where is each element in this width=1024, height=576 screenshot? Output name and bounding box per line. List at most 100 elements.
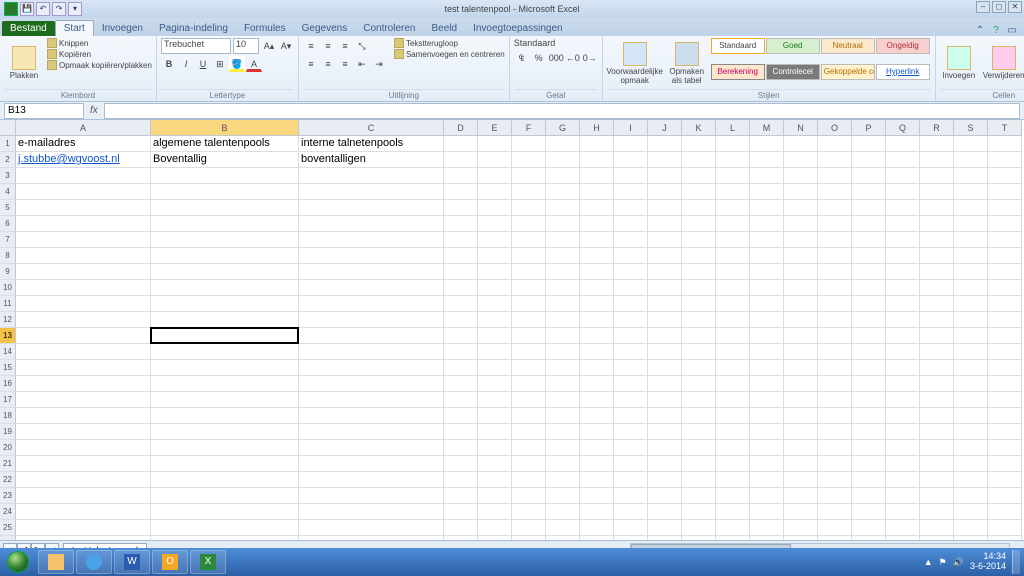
cell-I11[interactable]	[614, 296, 648, 312]
cell-M2[interactable]	[750, 152, 784, 168]
cell-I12[interactable]	[614, 312, 648, 328]
cell-A9[interactable]	[16, 264, 151, 280]
row-header-1[interactable]: 1	[0, 136, 16, 152]
cell-S23[interactable]	[954, 488, 988, 504]
cell-N1[interactable]	[784, 136, 818, 152]
cell-L24[interactable]	[716, 504, 750, 520]
qat-redo[interactable]: ↷	[52, 2, 66, 16]
cell-D20[interactable]	[444, 440, 478, 456]
cell-C24[interactable]	[299, 504, 444, 520]
cell-H5[interactable]	[580, 200, 614, 216]
cell-T10[interactable]	[988, 280, 1022, 296]
cell-S20[interactable]	[954, 440, 988, 456]
cell-S26[interactable]	[954, 536, 988, 540]
cell-Q16[interactable]	[886, 376, 920, 392]
column-header-B[interactable]: B	[151, 120, 299, 136]
cell-P20[interactable]	[852, 440, 886, 456]
cell-A15[interactable]	[16, 360, 151, 376]
cell-G20[interactable]	[546, 440, 580, 456]
cell-H17[interactable]	[580, 392, 614, 408]
cell-L17[interactable]	[716, 392, 750, 408]
cell-J3[interactable]	[648, 168, 682, 184]
cell-C26[interactable]	[299, 536, 444, 540]
cell-O11[interactable]	[818, 296, 852, 312]
cell-A6[interactable]	[16, 216, 151, 232]
merge-center-button[interactable]: Samenvoegen en centreren	[394, 49, 505, 59]
close-button[interactable]: ✕	[1008, 1, 1022, 13]
cell-K8[interactable]	[682, 248, 716, 264]
cell-T5[interactable]	[988, 200, 1022, 216]
cell-M23[interactable]	[750, 488, 784, 504]
underline-button[interactable]: U	[195, 56, 211, 72]
cell-J22[interactable]	[648, 472, 682, 488]
cell-O3[interactable]	[818, 168, 852, 184]
column-header-S[interactable]: S	[954, 120, 988, 136]
cell-N21[interactable]	[784, 456, 818, 472]
cell-G14[interactable]	[546, 344, 580, 360]
cell-D23[interactable]	[444, 488, 478, 504]
fill-color-button[interactable]: 🪣	[229, 56, 245, 72]
cell-K14[interactable]	[682, 344, 716, 360]
decrease-decimal-button[interactable]: 0→	[582, 50, 598, 66]
cell-I1[interactable]	[614, 136, 648, 152]
cell-P25[interactable]	[852, 520, 886, 536]
cell-P2[interactable]	[852, 152, 886, 168]
cell-M10[interactable]	[750, 280, 784, 296]
cell-B10[interactable]	[151, 280, 299, 296]
cell-A24[interactable]	[16, 504, 151, 520]
cell-G12[interactable]	[546, 312, 580, 328]
cell-J7[interactable]	[648, 232, 682, 248]
cell-D25[interactable]	[444, 520, 478, 536]
cell-C25[interactable]	[299, 520, 444, 536]
cell-E16[interactable]	[478, 376, 512, 392]
cell-F21[interactable]	[512, 456, 546, 472]
tray-clock[interactable]: 14:34 3-6-2014	[970, 552, 1006, 572]
cell-G16[interactable]	[546, 376, 580, 392]
cell-B1[interactable]: algemene talentenpools	[151, 136, 299, 152]
cell-B4[interactable]	[151, 184, 299, 200]
cell-H1[interactable]	[580, 136, 614, 152]
row-header-26[interactable]: 26	[0, 536, 16, 540]
cell-P8[interactable]	[852, 248, 886, 264]
cell-S10[interactable]	[954, 280, 988, 296]
qat-undo[interactable]: ↶	[36, 2, 50, 16]
cell-A25[interactable]	[16, 520, 151, 536]
cell-G26[interactable]	[546, 536, 580, 540]
cell-Q25[interactable]	[886, 520, 920, 536]
cell-J15[interactable]	[648, 360, 682, 376]
cell-K1[interactable]	[682, 136, 716, 152]
cell-J17[interactable]	[648, 392, 682, 408]
cell-F23[interactable]	[512, 488, 546, 504]
cell-F12[interactable]	[512, 312, 546, 328]
cell-T9[interactable]	[988, 264, 1022, 280]
row-header-4[interactable]: 4	[0, 184, 16, 200]
help-icon[interactable]: ?	[990, 25, 1002, 36]
column-header-K[interactable]: K	[682, 120, 716, 136]
cell-J26[interactable]	[648, 536, 682, 540]
cell-L18[interactable]	[716, 408, 750, 424]
cell-M5[interactable]	[750, 200, 784, 216]
cell-S4[interactable]	[954, 184, 988, 200]
increase-decimal-button[interactable]: ←0	[565, 50, 581, 66]
cell-G6[interactable]	[546, 216, 580, 232]
cell-E19[interactable]	[478, 424, 512, 440]
cell-H25[interactable]	[580, 520, 614, 536]
cell-M20[interactable]	[750, 440, 784, 456]
cell-S14[interactable]	[954, 344, 988, 360]
cell-T17[interactable]	[988, 392, 1022, 408]
cell-B11[interactable]	[151, 296, 299, 312]
cell-H6[interactable]	[580, 216, 614, 232]
cell-O16[interactable]	[818, 376, 852, 392]
cell-K15[interactable]	[682, 360, 716, 376]
cell-L20[interactable]	[716, 440, 750, 456]
cell-A4[interactable]	[16, 184, 151, 200]
cell-C21[interactable]	[299, 456, 444, 472]
tray-up-icon[interactable]: ▲	[924, 557, 933, 567]
cell-A11[interactable]	[16, 296, 151, 312]
cell-G7[interactable]	[546, 232, 580, 248]
cell-H10[interactable]	[580, 280, 614, 296]
cell-K10[interactable]	[682, 280, 716, 296]
cut-button[interactable]: Knippen	[47, 38, 152, 48]
column-header-Q[interactable]: Q	[886, 120, 920, 136]
border-button[interactable]: ⊞	[212, 56, 228, 72]
